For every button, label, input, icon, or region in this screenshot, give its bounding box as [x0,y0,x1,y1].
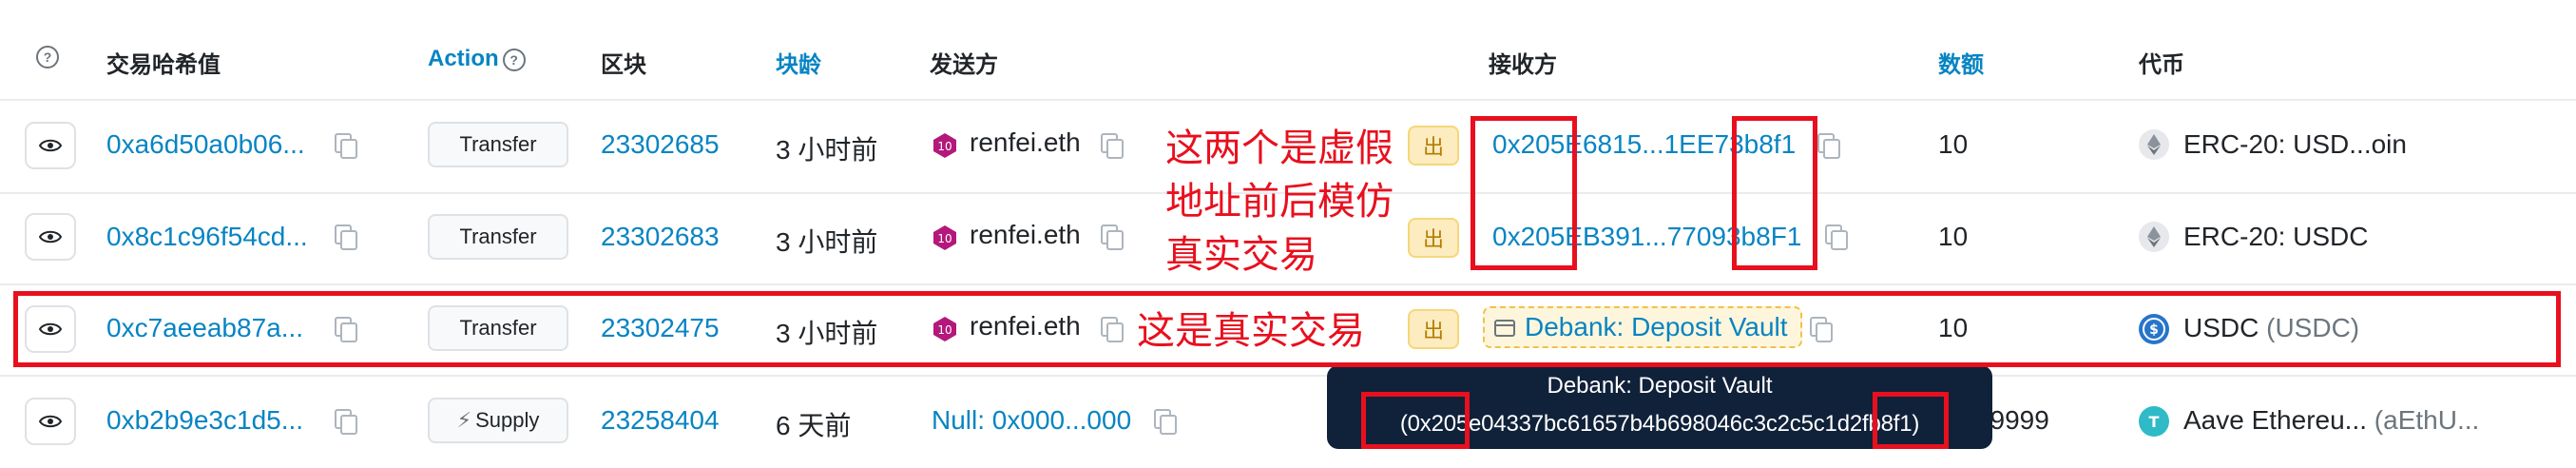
block-link[interactable]: 23258404 [601,405,720,436]
svg-text:10: 10 [937,232,952,245]
amount-text: 10 [1938,129,1969,159]
copy-icon[interactable] [1154,409,1177,435]
header-age[interactable]: 块龄 [776,46,821,79]
tx-hash-link[interactable]: 0xb2b9e3c1d5... [106,405,303,436]
token-suffix: (aEthU... [2374,405,2480,435]
annotation-fake-line-3: 真实交易 [1165,234,1317,276]
token-name[interactable]: ERC-20: USDC [2183,222,2368,252]
header-to: 接收方 [1489,52,1557,78]
header-amount[interactable]: 数额 [1938,46,1984,79]
tx-hash-link[interactable]: 0xa6d50a0b06... [106,129,305,160]
from-link[interactable]: renfei.eth [970,220,1081,250]
help-icon[interactable]: ? [36,46,59,68]
ethereum-token-icon [2139,222,2169,252]
action-badge: Transfer [428,214,568,260]
ens-icon: 10 [933,225,956,250]
block-link[interactable]: 23302683 [601,222,720,252]
preview-eye-button[interactable] [25,213,76,261]
token-symbol: Aave Ethereu... [2183,405,2368,435]
annotation-fake-line-2: 地址前后模仿 [1165,181,1394,223]
svg-text:10: 10 [937,140,952,153]
header-action-label: Action [428,46,499,71]
header-token: 代币 [2139,52,2184,78]
divider [0,283,2576,285]
amount-text: 10 [1938,222,1969,251]
eye-icon [39,230,62,244]
highlight-real-suffix [1873,392,1949,449]
annotation-real: 这是真实交易 [1137,310,1365,352]
age-text: 3 小时前 [776,135,878,165]
copy-icon[interactable] [335,409,357,435]
copy-icon[interactable] [335,133,357,159]
question-icon[interactable]: ? [502,48,526,71]
aave-token-icon: T [2139,406,2169,437]
header-txhash: 交易哈希值 [106,52,221,78]
age-text: 3 小时前 [776,227,878,257]
header-action[interactable]: Action? [428,46,526,72]
highlight-real-prefix [1361,392,1470,449]
copy-icon[interactable] [1101,133,1124,159]
from-link[interactable]: renfei.eth [970,127,1081,158]
annotation-fake-line-1: 这两个是虚假 [1165,127,1394,169]
ens-icon: 10 [933,133,956,158]
svg-text:T: T [2149,413,2160,431]
highlight-fake-suffix [1732,116,1817,270]
from-link[interactable]: Null: 0x000...000 [932,405,1131,436]
header-from: 发送方 [930,52,998,78]
ethereum-token-icon [2139,129,2169,160]
direction-out-badge: 出 [1408,218,1459,258]
age-text: 6 天前 [776,411,852,440]
highlight-fake-prefix [1471,116,1577,270]
eye-icon [39,139,62,152]
divider [0,375,2576,377]
action-badge: Transfer [428,122,568,167]
copy-icon[interactable] [1825,224,1848,250]
preview-eye-button[interactable] [25,122,76,169]
eye-icon [39,415,62,428]
action-label: Supply [475,408,540,432]
copy-icon[interactable] [335,224,357,250]
direction-out-badge: 出 [1408,126,1459,166]
copy-icon[interactable] [1817,133,1840,159]
block-link[interactable]: 23302685 [601,129,720,160]
lightning-icon: ⚡ [456,408,472,432]
copy-icon[interactable] [1101,224,1124,250]
preview-eye-button[interactable] [25,398,76,445]
token-name[interactable]: ERC-20: USD...oin [2183,129,2407,160]
divider [0,99,2576,101]
tx-hash-link[interactable]: 0x8c1c96f54cd... [106,222,308,252]
action-badge: ⚡ Supply [428,398,568,443]
token-name[interactable]: Aave Ethereu... (aEthU... [2183,405,2479,436]
header-block: 区块 [601,52,646,78]
